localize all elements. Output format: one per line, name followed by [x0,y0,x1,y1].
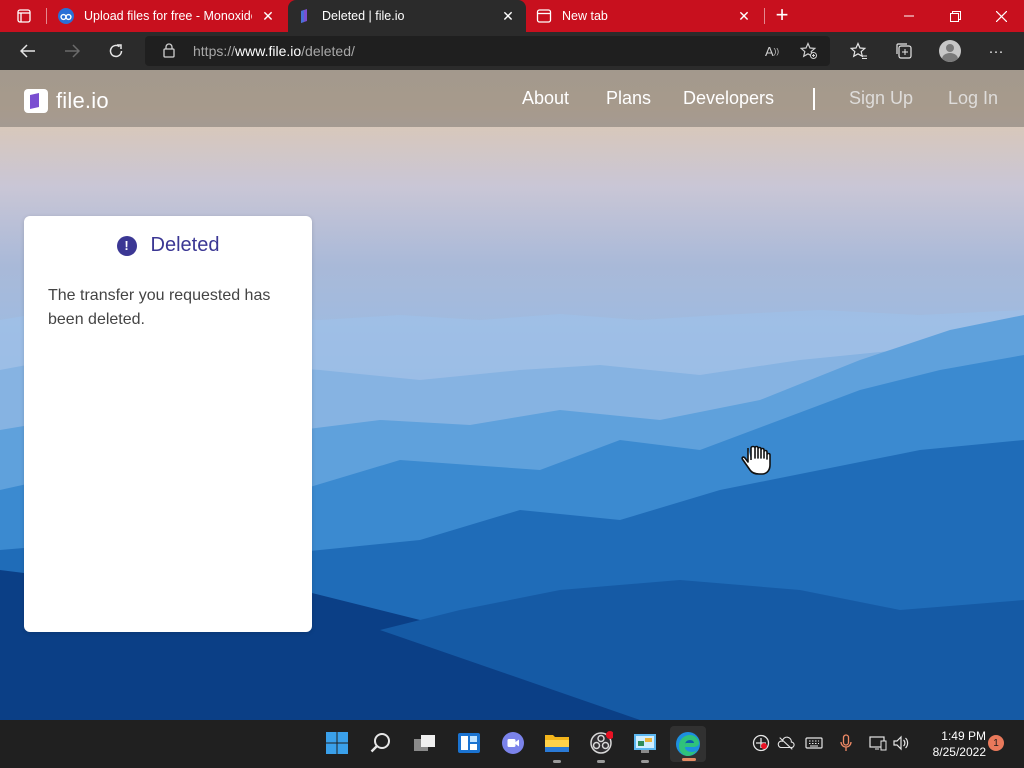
webpage: file.io About Plans Developers Sign Up L… [0,70,1024,720]
windows-taskbar: 1:49 PM 8/25/2022 1 [0,720,1024,768]
monoxide-icon [58,8,74,24]
fileio-logo[interactable]: file.io [24,88,109,114]
profile-avatar[interactable] [939,40,961,62]
widgets-icon[interactable] [455,729,483,757]
logo-text: file.io [56,88,109,113]
deleted-card: ! Deleted The transfer you requested has… [24,216,312,632]
close-window-button[interactable] [978,0,1024,32]
tab-title: Deleted | file.io [322,9,405,23]
collections-icon[interactable] [892,40,916,62]
obs-icon[interactable] [587,729,615,763]
clock-time: 1:49 PM [941,729,986,743]
alert-icon: ! [116,235,137,256]
fileio-icon [296,8,312,24]
keyboard-icon[interactable] [805,734,823,752]
control-panel-icon[interactable] [631,729,659,763]
restore-button[interactable] [932,0,978,32]
search-icon[interactable] [367,729,395,757]
nav-divider [813,88,815,110]
tab-title: New tab [562,9,608,23]
fileio-logo-icon [24,89,48,113]
card-title: Deleted [150,234,220,256]
forward-button[interactable] [58,38,86,64]
tab-actions-icon[interactable] [8,6,40,26]
more-menu-icon[interactable]: ··· [984,40,1008,62]
tab-separator [764,8,765,24]
windows-start-icon[interactable] [323,729,351,757]
back-button[interactable] [14,38,42,64]
new-tab-button[interactable]: + [770,4,794,28]
teams-chat-icon[interactable] [499,729,527,757]
card-header: ! Deleted [24,234,312,257]
active-indicator [682,758,696,761]
tab-new[interactable]: New tab ✕ [528,0,762,32]
newtab-icon [536,8,552,24]
favorites-icon[interactable] [847,40,871,62]
site-header: file.io About Plans Developers Sign Up L… [0,70,1024,127]
clock-date: 8/25/2022 [932,745,986,759]
tab-separator [46,8,47,24]
nav-about-link[interactable]: About [522,88,569,109]
url-text[interactable]: https://www.file.io/deleted/ [193,43,355,59]
tab-close-icon[interactable]: ✕ [734,8,754,25]
tab-fileio-deleted[interactable]: Deleted | file.io ✕ [288,0,526,32]
microphone-icon[interactable] [837,734,855,752]
tab-close-icon[interactable]: ✕ [258,8,278,25]
tab-monoxide[interactable]: Upload files for free - Monoxide ✕ [50,0,286,32]
url-domain: www.file.io [235,43,302,59]
nav-login-link[interactable]: Log In [948,88,998,109]
volume-icon[interactable] [892,734,910,752]
add-favorite-icon[interactable] [799,42,819,60]
nav-plans-link[interactable]: Plans [606,88,651,109]
edge-browser-icon[interactable] [670,726,706,762]
nav-developers-link[interactable]: Developers [683,88,774,109]
nav-signup-link[interactable]: Sign Up [849,88,913,109]
minimize-button[interactable] [886,0,932,32]
lock-icon[interactable] [163,43,175,63]
file-explorer-icon[interactable] [543,729,571,763]
hand-cursor-icon [738,440,774,481]
defender-icon[interactable] [752,734,770,752]
notification-badge[interactable]: 1 [988,735,1004,751]
browser-toolbar: https://www.file.io/deleted/ A)) ··· [0,32,1024,70]
system-clock[interactable]: 1:49 PM 8/25/2022 [916,728,986,760]
running-indicator [641,760,649,763]
card-message: The transfer you requested has been dele… [48,287,271,328]
browser-tab-strip: Upload files for free - Monoxide ✕ Delet… [0,0,1024,32]
read-aloud-icon[interactable]: A)) [762,42,782,60]
running-indicator [597,760,605,763]
refresh-button[interactable] [102,38,130,64]
tab-close-icon[interactable]: ✕ [498,8,518,25]
tab-title: Upload files for free - Monoxide [84,9,252,23]
address-bar[interactable]: https://www.file.io/deleted/ A)) [145,36,830,66]
onedrive-offline-icon[interactable] [777,734,795,752]
running-indicator [553,760,561,763]
task-view-icon[interactable] [411,729,439,757]
network-icon[interactable] [869,734,887,752]
